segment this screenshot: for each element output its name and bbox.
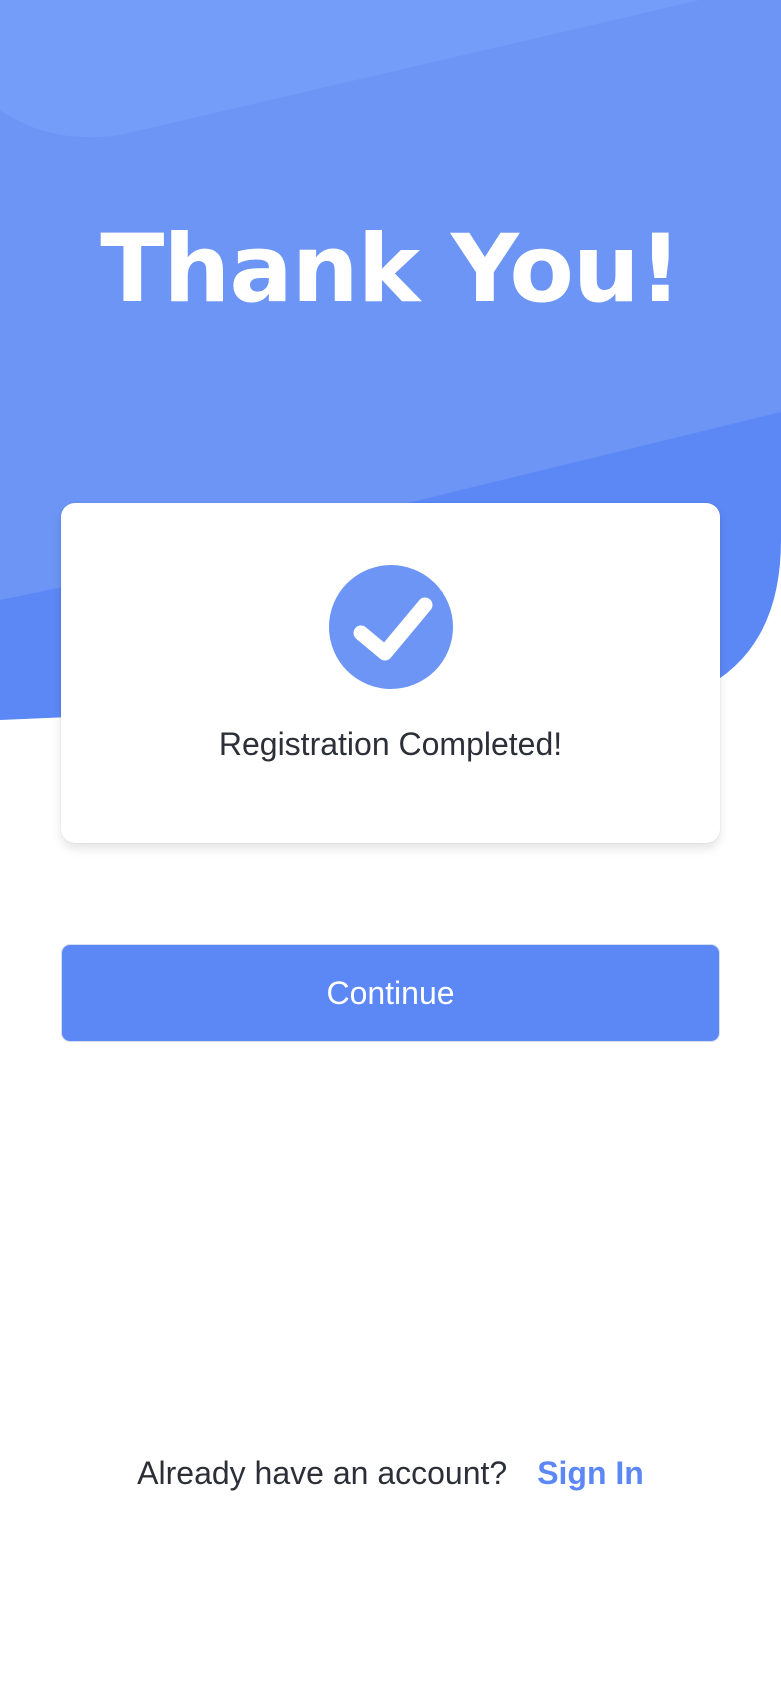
continue-button[interactable]: Continue (61, 944, 720, 1042)
signin-link[interactable]: Sign In (537, 1455, 644, 1491)
page-title: Thank You! (100, 215, 681, 324)
checkmark-icon (353, 597, 433, 661)
status-card: Registration Completed! (61, 503, 720, 843)
checkmark-circle-icon (329, 565, 453, 689)
signin-prompt-text: Already have an account? (137, 1455, 508, 1491)
status-message: Registration Completed! (218, 726, 563, 762)
signin-prompt-row: Already have an account? Sign In (0, 1450, 781, 1496)
thank-you-screen: Thank You! Registration Completed! Conti… (0, 0, 781, 1691)
